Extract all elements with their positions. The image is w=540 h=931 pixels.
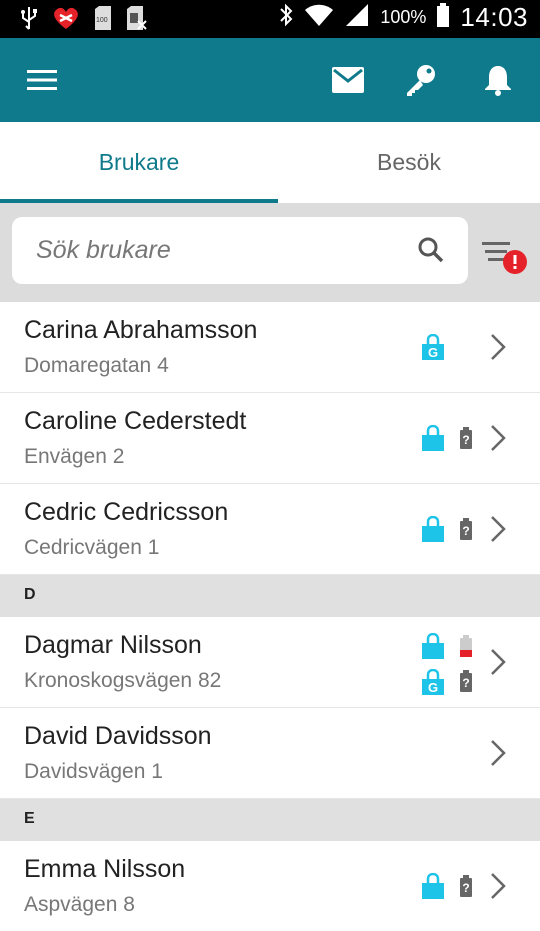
sd-card-icon: 100 (94, 5, 112, 36)
wifi-icon (304, 2, 334, 33)
user-name: David Davidsson (24, 722, 212, 750)
search-input[interactable] (36, 217, 396, 284)
battery-unknown-icon: ? (459, 875, 473, 902)
battery-icon (436, 2, 450, 33)
user-address: Domaregatan 4 (24, 354, 169, 377)
lock-g-icon: G (422, 668, 444, 700)
section-label: E (24, 810, 35, 827)
list-item[interactable]: David Davidsson Davidsvägen 1 (0, 708, 540, 799)
bluetooth-icon (278, 2, 294, 33)
clock: 14:03 (460, 2, 528, 32)
user-name: Emma Nilsson (24, 855, 186, 883)
svg-text:G: G (428, 680, 438, 695)
user-name: Cedric Cedricsson (24, 498, 229, 526)
user-address: Envägen 2 (24, 445, 125, 468)
battery-low-icon (459, 635, 473, 662)
lock-g-icon: G (422, 333, 444, 365)
svg-text:?: ? (462, 433, 469, 447)
battery-unknown-icon: ? (459, 670, 473, 697)
search-icon[interactable] (418, 237, 444, 268)
section-header-e: E (0, 799, 540, 841)
battery-percent: 100% (380, 7, 427, 27)
svg-text:?: ? (462, 676, 469, 690)
tab-brukare[interactable]: Brukare (0, 122, 278, 203)
svg-text:G: G (428, 345, 438, 360)
list-item[interactable]: Cedric Cedricsson Cedricvägen 1 ? (0, 484, 540, 575)
filter-button[interactable] (480, 237, 530, 277)
battery-unknown-icon: ? (459, 427, 473, 454)
usb-icon (20, 5, 38, 36)
mail-icon[interactable] (326, 58, 370, 102)
section-label: D (24, 586, 36, 603)
list-item[interactable]: Emma Nilsson Aspvägen 8 ? (0, 841, 540, 931)
tab-besok[interactable]: Besök (278, 122, 540, 203)
user-address: Kronoskogsvägen 82 (24, 669, 222, 692)
section-header-d: D (0, 575, 540, 617)
battery-unknown-icon: ? (459, 518, 473, 545)
lock-icon (422, 632, 444, 664)
chevron-right-icon (488, 872, 508, 905)
search-box (12, 217, 468, 284)
svg-text:?: ? (462, 524, 469, 538)
chevron-right-icon (488, 648, 508, 681)
user-address: Davidsvägen 1 (24, 760, 163, 783)
no-sim-icon (126, 5, 148, 36)
tab-bar: Brukare Besök (0, 122, 540, 203)
menu-icon[interactable] (20, 58, 64, 102)
user-name: Caroline Cederstedt (24, 407, 247, 435)
lock-icon (422, 872, 444, 904)
search-area (0, 203, 540, 302)
user-list: Carina Abrahamsson Domaregatan 4 G Carol… (0, 302, 540, 931)
alert-badge-icon (502, 249, 528, 280)
user-name: Dagmar Nilsson (24, 631, 202, 659)
key-icon[interactable] (398, 58, 442, 102)
status-bar: 100 100% 14:03 (0, 0, 540, 38)
signal-icon (344, 2, 370, 33)
list-item[interactable]: Dagmar Nilsson Kronoskogsvägen 82 G ? (0, 617, 540, 708)
list-item[interactable]: Caroline Cederstedt Envägen 2 ? (0, 393, 540, 484)
bell-icon[interactable] (476, 58, 520, 102)
user-address: Aspvägen 8 (24, 893, 135, 916)
svg-text:?: ? (462, 881, 469, 895)
chevron-right-icon (488, 515, 508, 548)
user-address: Cedricvägen 1 (24, 536, 160, 559)
list-item[interactable]: Carina Abrahamsson Domaregatan 4 G (0, 302, 540, 393)
chevron-right-icon (488, 333, 508, 366)
lock-icon (422, 424, 444, 456)
chevron-right-icon (488, 424, 508, 457)
lock-icon (422, 515, 444, 547)
heart-app-icon (52, 5, 80, 36)
user-name: Carina Abrahamsson (24, 316, 258, 344)
chevron-right-icon (488, 739, 508, 772)
app-toolbar (0, 38, 540, 122)
svg-text:100: 100 (96, 17, 108, 24)
